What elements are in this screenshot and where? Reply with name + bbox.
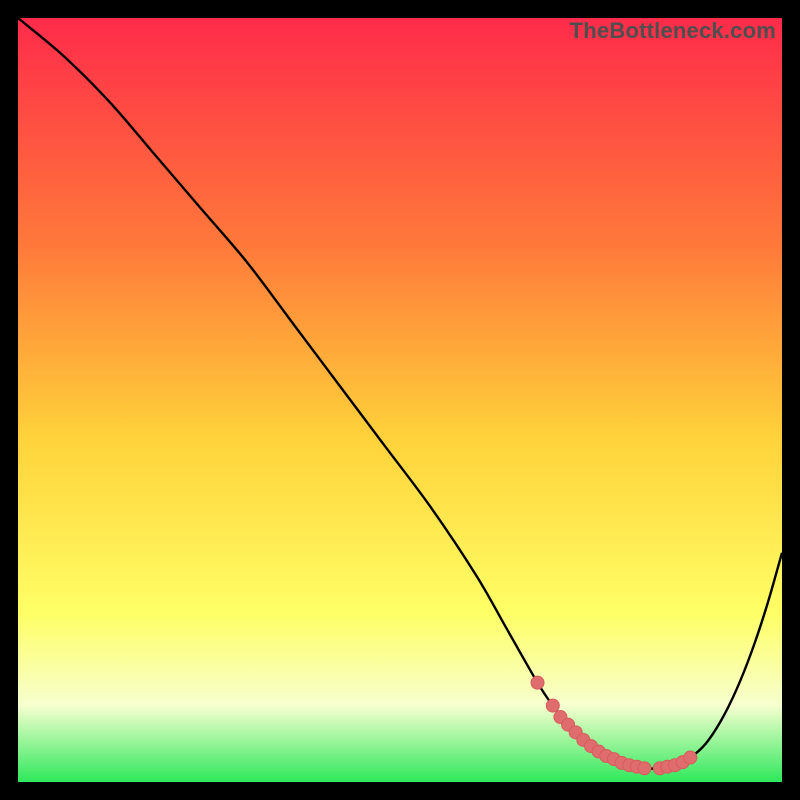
optimal-marker [638, 762, 651, 775]
chart-frame: TheBottleneck.com [0, 0, 800, 800]
optimal-marker [546, 699, 559, 712]
attribution-label: TheBottleneck.com [570, 18, 776, 44]
optimal-marker [684, 751, 697, 764]
heatmap-background [18, 18, 782, 782]
optimal-marker [531, 676, 544, 689]
plot-area: TheBottleneck.com [18, 18, 782, 782]
chart-svg [18, 18, 782, 782]
